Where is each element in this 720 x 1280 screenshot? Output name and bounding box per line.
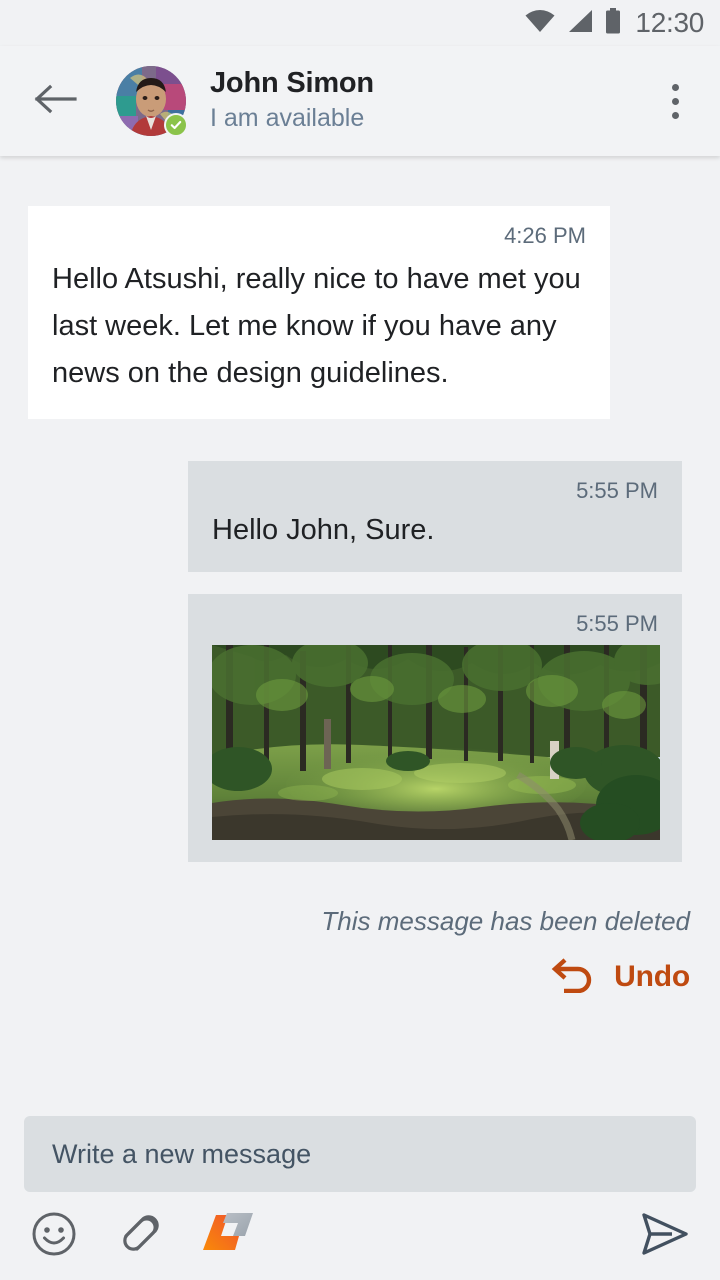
back-button[interactable] (30, 76, 80, 126)
back-arrow-icon (33, 82, 77, 121)
status-clock: 12:30 (635, 7, 704, 38)
undo-label: Undo (614, 960, 690, 994)
composer: Write a new message (0, 1116, 720, 1280)
composer-toolbar (24, 1192, 696, 1280)
status-bar: 12:30 (0, 0, 720, 46)
overflow-dot (671, 83, 679, 91)
battery-icon (605, 7, 621, 39)
check-badge-icon (164, 113, 188, 137)
message-bubble-outgoing[interactable]: 5:55 PM Hello John, Sure. (188, 461, 682, 573)
message-timestamp: 4:26 PM (504, 223, 586, 248)
wifi-icon (525, 9, 555, 38)
message-gap (28, 419, 692, 461)
message-text: Hello Atsushi, really nice to have met y… (52, 263, 581, 390)
cellular-signal-icon (567, 9, 593, 38)
overflow-dot (671, 97, 679, 105)
message-timestamp: 5:55 PM (576, 611, 658, 637)
contact-name: John Simon (210, 67, 374, 100)
attachment-icon (115, 1209, 165, 1264)
send-button[interactable] (634, 1206, 694, 1266)
message-input-placeholder: Write a new message (52, 1138, 312, 1169)
message-text: Hello John, Sure. (212, 514, 435, 547)
message-gap (28, 572, 692, 594)
app-logo-icon (195, 1209, 257, 1264)
header-text: John Simon I am available (210, 67, 650, 135)
deleted-message-notice: This message has been deleted (321, 905, 690, 936)
undo-arrow-icon (550, 957, 596, 998)
attachment-button[interactable] (112, 1208, 168, 1264)
send-icon (638, 1211, 690, 1262)
forest-clearing-photo[interactable] (212, 644, 660, 840)
message-list[interactable]: 4:26 PM Hello Atsushi, really nice to ha… (0, 156, 720, 1116)
emoji-icon (31, 1211, 77, 1262)
emoji-button[interactable] (26, 1208, 82, 1264)
undo-button[interactable]: Undo (28, 957, 692, 998)
overflow-dot (671, 111, 679, 119)
chat-header: John Simon I am available (0, 46, 720, 156)
message-timestamp: 5:55 PM (576, 478, 658, 504)
message-input[interactable]: Write a new message (24, 1116, 696, 1192)
message-bubble-photo[interactable]: 5:55 PM (188, 594, 682, 862)
app-logo-button[interactable] (198, 1208, 254, 1264)
overflow-menu-button[interactable] (650, 71, 700, 131)
contact-status: I am available (210, 104, 365, 133)
avatar[interactable] (116, 66, 188, 137)
message-bubble-incoming[interactable]: 4:26 PM Hello Atsushi, really nice to ha… (28, 206, 610, 420)
